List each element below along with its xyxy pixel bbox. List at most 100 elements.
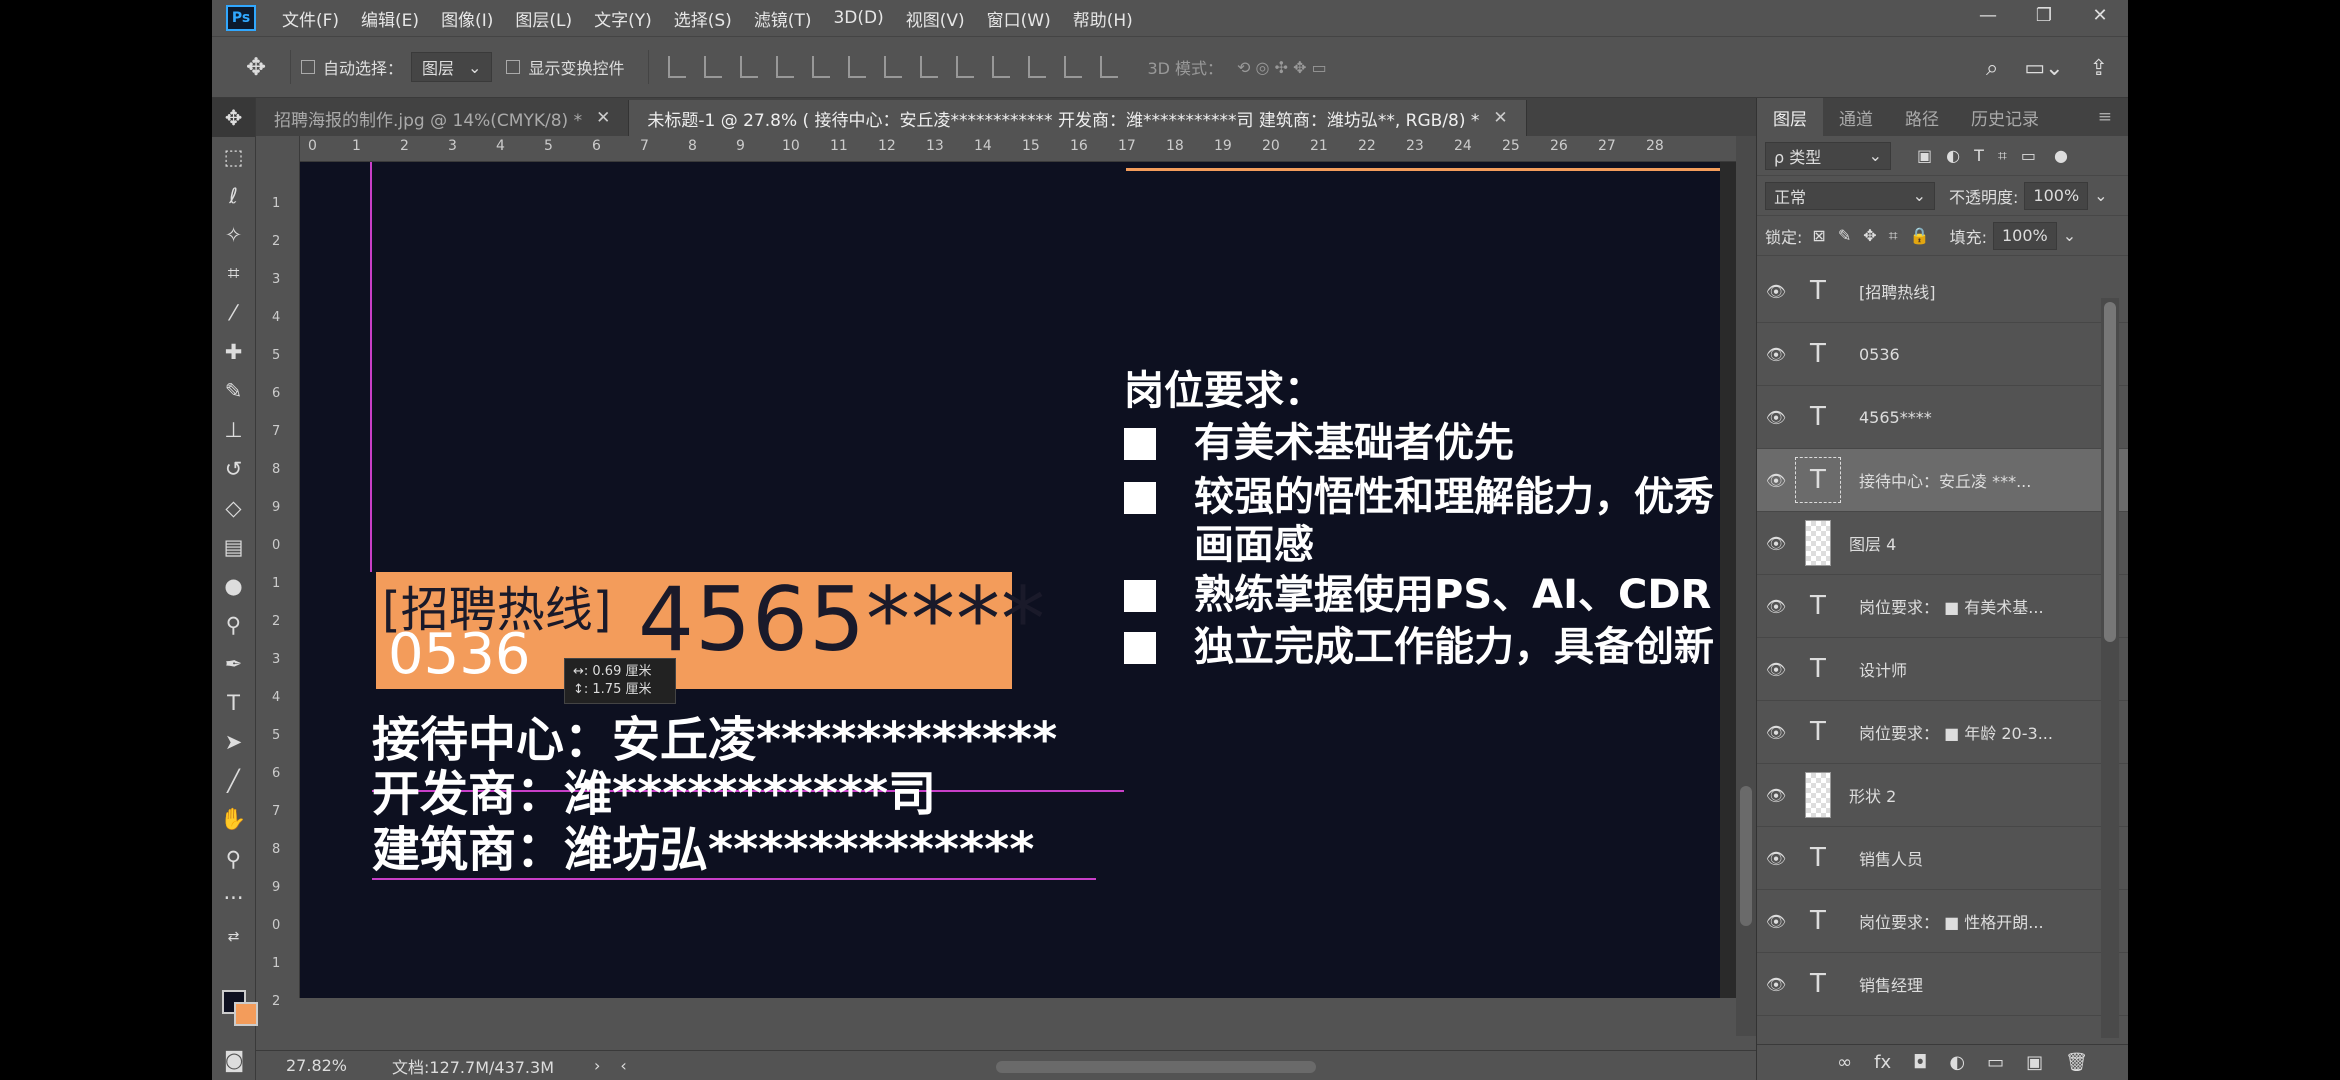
tab-untitled-1[interactable]: 未标题-1 @ 27.8% ( 接待中心：安丘凌************ 开发商… [629,100,1527,136]
new-group-icon[interactable]: ▭ [1987,1052,2004,1073]
gradient-tool-icon[interactable]: ▤ [212,527,255,566]
distribute-hcenter-icon[interactable] [1028,56,1047,78]
layer-row[interactable]: 👁 T 销售人员 [1757,827,2128,890]
delete-layer-icon[interactable]: 🗑 [2065,1052,2088,1073]
dodge-tool-icon[interactable]: ⚲ [212,605,255,644]
type-tool-icon[interactable]: T [212,683,255,722]
close-icon[interactable]: ✕ [596,108,610,128]
menu-select[interactable]: 选择(S) [674,6,732,31]
quick-mask-icon[interactable]: ◙ [212,1040,256,1079]
adjustment-layer-icon[interactable]: ◐ [1949,1052,1965,1073]
horizontal-scroll-thumb[interactable] [996,1061,1316,1073]
new-layer-icon[interactable]: ▣ [2026,1052,2043,1073]
chevron-down-icon[interactable]: ⌄ [2094,186,2107,205]
layer-row[interactable]: 👁 T 4565**** [1757,386,2128,449]
filter-toggle-icon[interactable]: ● [2054,146,2068,165]
tab-history[interactable]: 历史记录 [1955,98,2055,136]
layer-row[interactable]: 👁 T [招聘热线] [1757,260,2128,323]
chevron-down-icon[interactable]: ⌄ [2063,226,2076,245]
link-layers-icon[interactable]: ∞ [1837,1052,1852,1073]
eye-icon[interactable]: 👁 [1757,408,1795,427]
workspace-icon[interactable]: ▭⌄ [2024,56,2063,81]
eye-icon[interactable]: 👁 [1757,660,1795,679]
auto-select-checkbox[interactable] [301,60,315,74]
layer-row[interactable]: 👁 T 岗位要求： ■ 有美术基... [1757,575,2128,638]
chevron-left-icon[interactable]: ‹ [620,1056,626,1075]
menu-edit[interactable]: 编辑(E) [361,6,419,31]
blend-mode-dropdown[interactable]: 正常 ⌄ [1765,181,1935,210]
layer-row[interactable]: 👁 T 0536 [1757,323,2128,386]
eye-icon[interactable]: 👁 [1757,786,1795,805]
maximize-button[interactable]: ❐ [2016,0,2072,30]
canvas-vertical-scrollbar[interactable] [1736,136,1756,1036]
minimize-button[interactable]: — [1960,0,2016,30]
align-vcenter-icon[interactable] [704,56,723,78]
close-icon[interactable]: ✕ [1493,108,1507,128]
panel-menu-icon[interactable]: ≡ [2082,98,2128,136]
swap-colors-icon[interactable]: ⇄ [212,917,255,956]
history-brush-tool-icon[interactable]: ↺ [212,449,255,488]
auto-select-dropdown[interactable]: 图层 ⌄ [411,52,493,82]
share-icon[interactable]: ⇪ [2090,56,2108,81]
tab-poster-jpg[interactable]: 招聘海报的制作.jpg @ 14%(CMYK/8) * ✕ [256,100,630,136]
align-left-icon[interactable] [776,56,795,78]
zoom-level[interactable]: 27.82% [256,1056,347,1075]
pen-tool-icon[interactable]: ✒ [212,644,255,683]
distribute-vcenter-icon[interactable] [920,56,939,78]
document-canvas[interactable]: [招聘热线] 0536 4565**** ↔: 0.69 厘米 ↕: 1.75 … [300,162,1720,998]
opacity-field[interactable]: 100% [2024,181,2089,210]
align-bottom-icon[interactable] [740,56,759,78]
orbit-3d-icon[interactable]: ⟲ ◎ ✣ ✥ ▭ [1237,58,1327,77]
layer-style-icon[interactable]: fx [1874,1052,1891,1073]
menu-type[interactable]: 文字(Y) [594,6,652,31]
marquee-tool-icon[interactable]: ⬚ [212,137,255,176]
layer-filter-dropdown[interactable]: ρ 类型 ⌄ [1765,141,1891,170]
eye-icon[interactable]: 👁 [1757,912,1795,931]
hand-tool-icon[interactable]: ✋ [212,800,255,839]
magic-wand-tool-icon[interactable]: ✧ [212,215,255,254]
eye-icon[interactable]: 👁 [1757,471,1795,490]
menu-image[interactable]: 图像(I) [441,6,493,31]
blur-tool-icon[interactable]: ● [212,566,255,605]
lasso-tool-icon[interactable]: ℓ [212,176,255,215]
menu-help[interactable]: 帮助(H) [1073,6,1133,31]
menu-filter[interactable]: 滤镜(T) [754,6,812,31]
clone-stamp-tool-icon[interactable]: ⊥ [212,410,255,449]
eyedropper-tool-icon[interactable]: ⁄ [212,293,255,332]
layer-row[interactable]: 👁 T 岗位要求： ■ 性格开朗... [1757,890,2128,953]
eye-icon[interactable]: 👁 [1757,597,1795,616]
canvas-workspace[interactable]: [招聘热线] 0536 4565**** ↔: 0.69 厘米 ↕: 1.75 … [300,162,1736,998]
zoom-tool-icon[interactable]: ⚲ [212,839,255,878]
eye-icon[interactable]: 👁 [1757,345,1795,364]
distribute-bottom-icon[interactable] [956,56,975,78]
lock-icons[interactable]: ⊠✎✥⌗🔒 [1812,226,1941,246]
layer-row[interactable]: 👁 形状 2 [1757,764,2128,827]
move-tool-icon[interactable]: ✥ [232,53,280,81]
align-hcenter-icon[interactable] [812,56,831,78]
menu-view[interactable]: 视图(V) [906,6,965,31]
eye-icon[interactable]: 👁 [1757,849,1795,868]
auto-align-icon[interactable] [1100,56,1119,78]
fill-field[interactable]: 100% [1992,221,2057,250]
menu-layer[interactable]: 图层(L) [515,6,572,31]
background-color-swatch[interactable] [234,1002,258,1026]
layers-scrollbar[interactable] [2101,298,2119,1038]
chevron-right-icon[interactable]: › [594,1056,600,1075]
menu-3d[interactable]: 3D(D) [833,8,883,28]
eye-icon[interactable]: 👁 [1757,975,1795,994]
scroll-thumb[interactable] [1740,786,1752,926]
scroll-thumb[interactable] [2104,302,2116,642]
brush-tool-icon[interactable]: ✎ [212,371,255,410]
layer-row[interactable]: 👁 图层 4 [1757,512,2128,575]
more-tools-icon[interactable]: ··· [212,878,255,917]
align-top-icon[interactable] [668,56,687,78]
menu-window[interactable]: 窗口(W) [987,6,1051,31]
search-icon[interactable]: ⌕ [1986,56,1998,81]
menu-file[interactable]: 文件(F) [282,6,339,31]
layer-row-selected[interactable]: 👁 T 接待中心：安丘凌 ***... [1757,449,2128,512]
align-right-icon[interactable] [848,56,867,78]
show-transform-checkbox[interactable] [506,60,521,74]
eye-icon[interactable]: 👁 [1757,723,1795,742]
line-tool-icon[interactable]: ╱ [212,761,255,800]
tab-channels[interactable]: 通道 [1823,98,1889,136]
